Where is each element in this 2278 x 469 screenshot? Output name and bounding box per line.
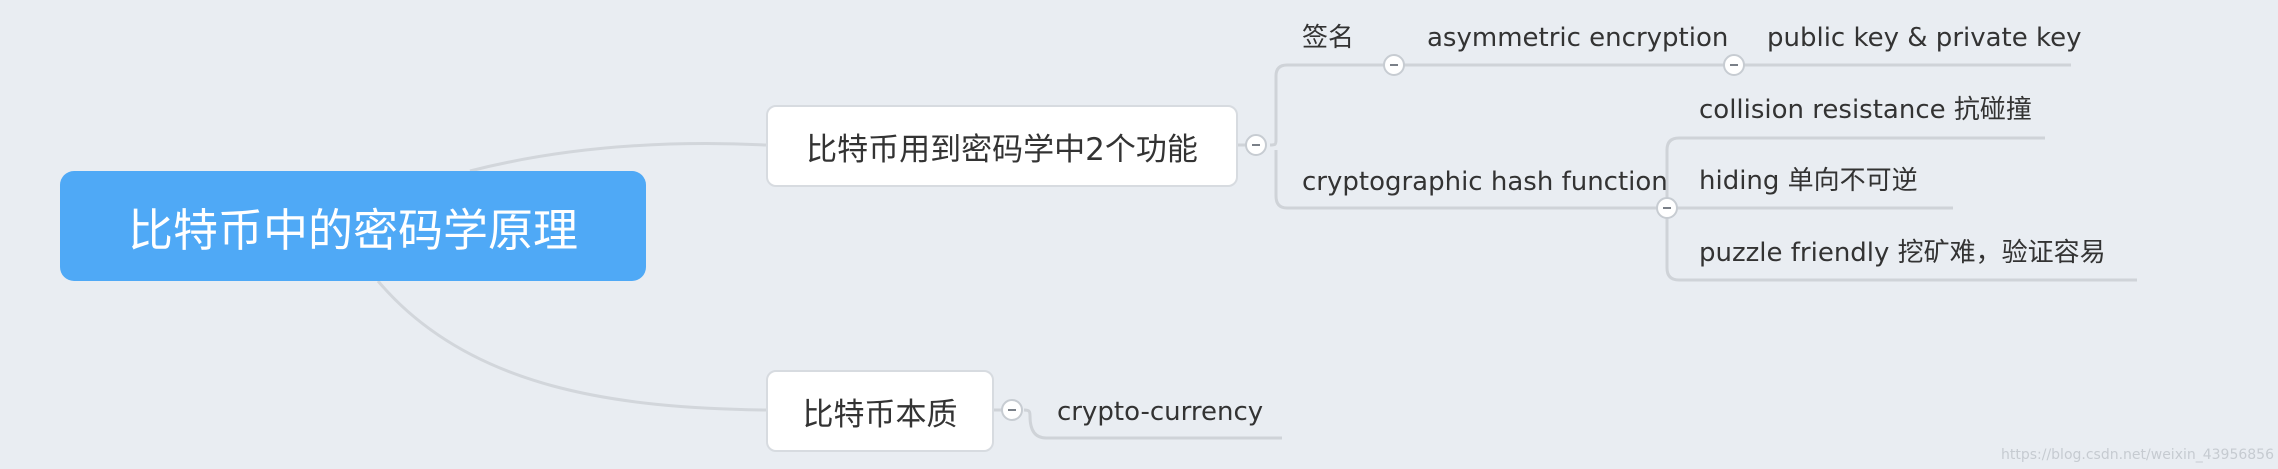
topic-bitcoin-crypto-functions[interactable]: 比特币用到密码学中2个功能 <box>766 105 1238 187</box>
root-to-topic-1-curve <box>469 142 767 173</box>
collapse-asymmetric-button[interactable] <box>1723 54 1745 76</box>
collapse-topic-1-button[interactable] <box>1245 134 1267 156</box>
central-topic[interactable]: 比特币中的密码学原理 <box>60 171 646 281</box>
topic-bitcoin-essence[interactable]: 比特币本质 <box>766 370 994 452</box>
collapse-signature-button[interactable] <box>1383 54 1405 76</box>
collapse-topic-2-button[interactable] <box>1001 399 1023 421</box>
subtopic-signature[interactable]: 签名 <box>1302 22 1354 54</box>
subtopic-hiding[interactable]: hiding 单向不可逆 <box>1699 165 1918 197</box>
subtopic-puzzle-friendly[interactable]: puzzle friendly 挖矿难，验证容易 <box>1699 237 2106 269</box>
root-to-topic-2-curve <box>376 280 767 412</box>
subtopic-public-private-key[interactable]: public key & private key <box>1767 22 2082 54</box>
watermark: https://blog.csdn.net/weixin_43956856 <box>2000 447 2274 463</box>
subtopic-hash-function[interactable]: cryptographic hash function <box>1302 166 1668 198</box>
collapse-hash-function-button[interactable] <box>1656 197 1678 219</box>
subtopic-collision-resistance[interactable]: collision resistance 抗碰撞 <box>1699 94 2032 126</box>
subtopic-asymmetric-encryption[interactable]: asymmetric encryption <box>1427 22 1728 54</box>
subtopic-crypto-currency[interactable]: crypto-currency <box>1057 396 1263 428</box>
